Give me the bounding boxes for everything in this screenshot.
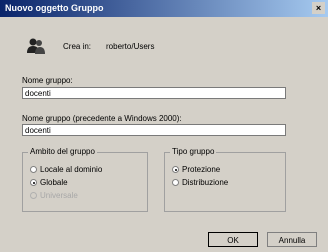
group-type-box: Tipo gruppo Protezione Distribuzione (164, 147, 286, 212)
type-option-distribution[interactable]: Distribuzione (172, 178, 228, 187)
group-scope-title: Ambito del gruppo (28, 147, 97, 156)
group-name-pre2000-label: Nome gruppo (precedente a Windows 2000): (22, 114, 182, 123)
title-bar[interactable]: Nuovo oggetto Gruppo × (0, 0, 328, 17)
close-button[interactable]: × (312, 2, 325, 14)
scope-option-domain-local[interactable]: Locale al dominio (30, 165, 102, 174)
scope-option-universal: Universale (30, 191, 78, 200)
cancel-button[interactable]: Annulla (267, 232, 317, 247)
radio-checked-icon[interactable] (30, 179, 37, 187)
group-name-label: Nome gruppo: (22, 76, 73, 85)
group-name-pre2000-input[interactable] (22, 124, 286, 136)
close-icon: × (315, 3, 322, 13)
radio-icon[interactable] (30, 166, 37, 174)
ok-button[interactable]: OK (208, 232, 258, 247)
new-group-dialog: Nuovo oggetto Gruppo × Crea in: roberto/… (0, 0, 328, 252)
group-name-input[interactable] (22, 87, 286, 99)
create-in-label: Crea in: (63, 42, 92, 51)
radio-disabled-icon (30, 192, 37, 200)
group-scope-box: Ambito del gruppo Locale al dominio Glob… (22, 147, 148, 212)
radio-icon[interactable] (172, 179, 179, 187)
create-in-path: roberto/Users (106, 42, 155, 51)
group-type-title: Tipo gruppo (170, 147, 217, 156)
scope-option-global[interactable]: Globale (30, 178, 68, 187)
group-icon (27, 38, 45, 54)
window-title: Nuovo oggetto Gruppo (5, 3, 104, 13)
radio-checked-icon[interactable] (172, 166, 179, 174)
type-option-security[interactable]: Protezione (172, 165, 220, 174)
